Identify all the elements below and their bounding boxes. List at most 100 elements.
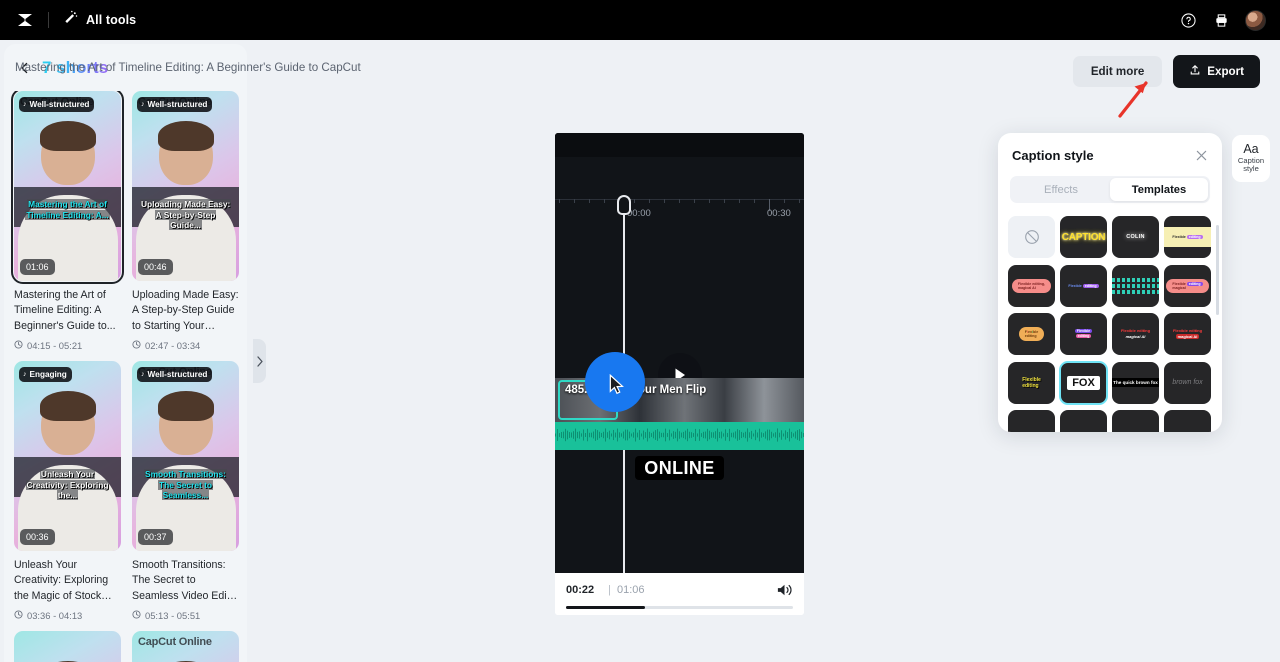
caption-template-grid[interactable]: CAPTION COLIN Flexible editing Flexible edi… (1008, 216, 1212, 432)
caption-template-flexible-editing[interactable]: Flexible editing (1060, 264, 1107, 307)
list-item-range: 03:36 - 04:13 (14, 610, 121, 621)
mouse-cursor-icon (609, 374, 624, 395)
list-item-title: Uploading Made Easy: A Step-by-Step Guid… (132, 289, 239, 332)
ruler-tick (589, 199, 590, 203)
ruler-label-end: 00:30 (767, 208, 791, 219)
watermark-text: CapCut Online (138, 636, 212, 649)
top-bar: All tools (0, 0, 1280, 40)
caption-template-fox[interactable]: FOX (1059, 360, 1108, 405)
close-icon[interactable] (1193, 147, 1209, 163)
caption-template-brown-fox[interactable]: brown fox (1164, 361, 1211, 404)
list-item-range: 05:13 - 05:51 (132, 610, 239, 621)
clock-icon (132, 610, 141, 621)
thumbnail[interactable]: CapCut Online (132, 631, 239, 662)
header-actions: Edit more Export (1072, 55, 1260, 88)
all-tools-menu[interactable]: All tools (63, 10, 136, 30)
list-item[interactable]: CapCut Online♪Well-structuredUploading M… (132, 91, 239, 351)
list-item-title: Smooth Transitions: The Secret to Seamle… (132, 559, 235, 602)
clock-icon (132, 340, 141, 351)
caption-template-flexible-editing-magical-ai[interactable]: Flexible editing, magical AI (1008, 264, 1055, 307)
timeline-ruler[interactable]: 00:00 00:30 (555, 199, 804, 229)
caption-template-flexible-editing[interactable]: Flexible editing (1060, 313, 1107, 356)
help-circle-icon[interactable] (1179, 11, 1197, 29)
clock-icon (14, 340, 23, 351)
caption-template-colin[interactable]: COLIN (1112, 216, 1159, 258)
caption-template-flexible-editing[interactable]: Flexible editing (1164, 216, 1211, 258)
thumbnail[interactable]: CapCut Online♪Well-structuredUploading M… (132, 91, 239, 281)
current-time: 00:22 (566, 584, 595, 596)
stage-top-bar (555, 133, 804, 157)
status-badge: ♪ Well-structured (137, 97, 213, 112)
topbar-actions (1179, 9, 1266, 31)
list-item-range: 02:47 - 03:34 (132, 340, 239, 351)
panel-scrollbar[interactable] (1216, 225, 1219, 315)
thumb-caption-overlay: Unleash Your Creativity: Exploring the..… (25, 469, 110, 501)
shorts-sidebar: 7 shorts CapCut Online♪Well-structuredMa… (4, 44, 247, 662)
thumbnail[interactable]: ♪ Engaging Unleash Your Creativity: Explor… (14, 361, 121, 552)
duration-badge: 00:36 (20, 529, 55, 546)
caption-template-none[interactable] (1008, 216, 1055, 258)
caption-template-green-stripes[interactable] (1112, 264, 1159, 307)
caption-template-flexible-editing-magical-ai[interactable]: Flexible editing magical AI (1164, 313, 1211, 356)
caption-template-blank[interactable] (1164, 410, 1211, 432)
capcut-logo-icon[interactable] (14, 9, 36, 31)
list-item[interactable]: CapCut Online♪Well-structuredMastering t… (11, 91, 124, 351)
caption-preview-text: ONLINE (555, 456, 804, 480)
ruler-tick (694, 199, 695, 203)
shorts-card-list[interactable]: CapCut Online ♪Well-structured Mastering t… (4, 91, 247, 662)
caption-template-flexible-editing-magical[interactable]: Flexible editing magical (1164, 264, 1211, 307)
volume-icon[interactable] (776, 582, 793, 603)
tab-templates[interactable]: Templates (1110, 178, 1208, 201)
user-avatar[interactable] (1245, 9, 1266, 31)
waveform-icon (555, 428, 804, 442)
tab-effects[interactable]: Effects (1012, 178, 1110, 201)
caption-panel-tabs[interactable]: Effects Templates (1010, 176, 1210, 203)
caption-panel-title: Caption style (1012, 147, 1094, 163)
caption-template-flexible-editing[interactable]: Flexible editing (1008, 361, 1055, 404)
status-badge: ♪ Well-structured (137, 367, 213, 383)
ruler-tick (559, 199, 560, 203)
thumbnail[interactable] (14, 631, 121, 662)
caption-template-blank[interactable] (1060, 410, 1107, 432)
edit-more-button[interactable]: Edit more (1072, 56, 1163, 87)
caption-template-blank[interactable] (1008, 410, 1055, 432)
export-button[interactable]: Export (1173, 55, 1260, 88)
thumb-person-hair (39, 121, 96, 151)
list-item[interactable] (14, 631, 121, 662)
status-badge: ♪ Well-structured (19, 97, 95, 112)
list-item[interactable]: ♪ Engaging Unleash Your Creativity: Explor… (14, 361, 121, 621)
thumbnail[interactable]: CapCut Online♪Well-structuredSmooth Tran… (132, 361, 239, 552)
caption-template-flexible-editing[interactable]: Flexible editing (1008, 313, 1055, 356)
music-note-icon: ♪ (141, 101, 145, 108)
list-item[interactable]: CapCut Online♪Well-structuredSmooth Tran… (132, 361, 239, 621)
ruler-tick (754, 199, 755, 203)
progress-fill (566, 606, 646, 609)
ruler-tick (709, 199, 710, 203)
thumbnail[interactable]: CapCut Online♪Well-structuredMastering t… (11, 91, 124, 284)
player-stage[interactable]: 00:00 00:30 485...35_Parkour Men Flip ON… (555, 133, 804, 573)
music-note-icon: ♪ (23, 101, 27, 108)
ruler-tick (724, 199, 725, 203)
ruler-tick (784, 199, 785, 203)
caption-template-the-quick-brown-fox[interactable]: The quick brown fox (1112, 361, 1159, 404)
total-time: 01:06 (617, 584, 645, 596)
ruler-tick (664, 199, 665, 203)
ruler-tick (679, 199, 680, 203)
ruler-tick (634, 199, 635, 203)
sidebar-collapse-handle[interactable] (253, 339, 266, 383)
caption-template-caption[interactable]: CAPTION (1060, 216, 1107, 258)
duration-badge: 00:46 (138, 259, 173, 275)
print-icon[interactable] (1212, 11, 1230, 29)
caption-template-blank[interactable] (1112, 410, 1159, 432)
document-title: Mastering the Art of Timeline Editing: A… (15, 61, 361, 74)
caption-template-flexible-editing-magical-ai[interactable]: Flexible editing magical AI (1112, 313, 1159, 356)
ruler-tick (604, 199, 605, 203)
list-item[interactable]: CapCut Online (132, 631, 239, 662)
audio-waveform-track[interactable] (555, 422, 804, 450)
caption-style-tool-button[interactable]: Aa Caption style (1232, 135, 1270, 182)
progress-bar[interactable] (566, 606, 793, 609)
thumb-person-hair (39, 391, 96, 422)
aa-icon: Aa (1243, 142, 1259, 157)
playhead-knob[interactable] (617, 195, 631, 215)
time-separator: | (608, 584, 611, 596)
